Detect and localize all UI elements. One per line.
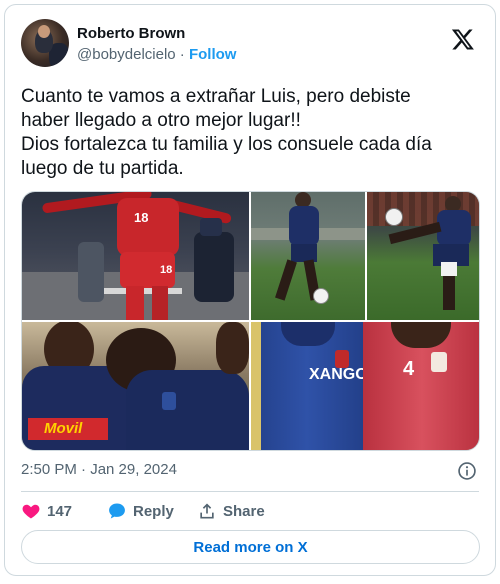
author-name[interactable]: Roberto Brown (77, 25, 185, 42)
info-icon[interactable] (457, 461, 477, 481)
photo-player-volleying-ball[interactable] (367, 192, 479, 320)
author-handle[interactable]: @bobydelcielo (77, 46, 176, 63)
reply-label: Reply (133, 502, 174, 520)
handle-separator: · (179, 46, 185, 63)
jersey-number-18-shorts: 18 (160, 264, 173, 276)
tweet-timestamp-row: 2:50 PM · Jan 29, 2024 (21, 461, 479, 483)
jersey-number-18-back: 18 (134, 210, 149, 225)
read-more-button[interactable]: Read more on X (21, 530, 480, 564)
follow-button[interactable]: Follow (189, 46, 237, 63)
team-text: XANGO (309, 366, 368, 383)
heart-icon (22, 504, 40, 519)
sponsor-text: Movil (44, 420, 83, 437)
tweet-card: Roberto Brown @bobydelcielo · Follow Cua… (4, 4, 496, 576)
jersey-number-4: 4 (403, 358, 415, 380)
x-logo-icon[interactable] (451, 27, 475, 51)
share-label: Share (223, 502, 265, 520)
photo-player-kicking-ball[interactable] (251, 192, 365, 320)
tweet-timestamp[interactable]: 2:50 PM · Jan 29, 2024 (21, 461, 177, 478)
tweet-text: Cuanto te vamos a extrañar Luis, pero de… (21, 86, 432, 179)
media-grid[interactable]: 18 18 Movil XANGO 4 (21, 191, 480, 451)
photo-players-laughing[interactable]: Movil (22, 322, 249, 450)
share-icon (200, 503, 214, 519)
like-button[interactable]: 147 (21, 499, 72, 523)
author-handle-row: @bobydelcielo · Follow (77, 46, 236, 63)
tweet-header: Roberto Brown @bobydelcielo · Follow (21, 19, 479, 71)
like-count: 147 (47, 502, 73, 520)
divider (21, 491, 479, 492)
photo-players-xango-jerseys[interactable]: XANGO 4 (251, 322, 479, 450)
reply-bubble-icon (109, 503, 125, 519)
photo-red-jersey-player[interactable]: 18 18 (22, 192, 249, 320)
share-button[interactable]: Share (197, 499, 265, 523)
reply-button[interactable]: Reply (107, 499, 174, 523)
avatar[interactable] (21, 19, 69, 67)
